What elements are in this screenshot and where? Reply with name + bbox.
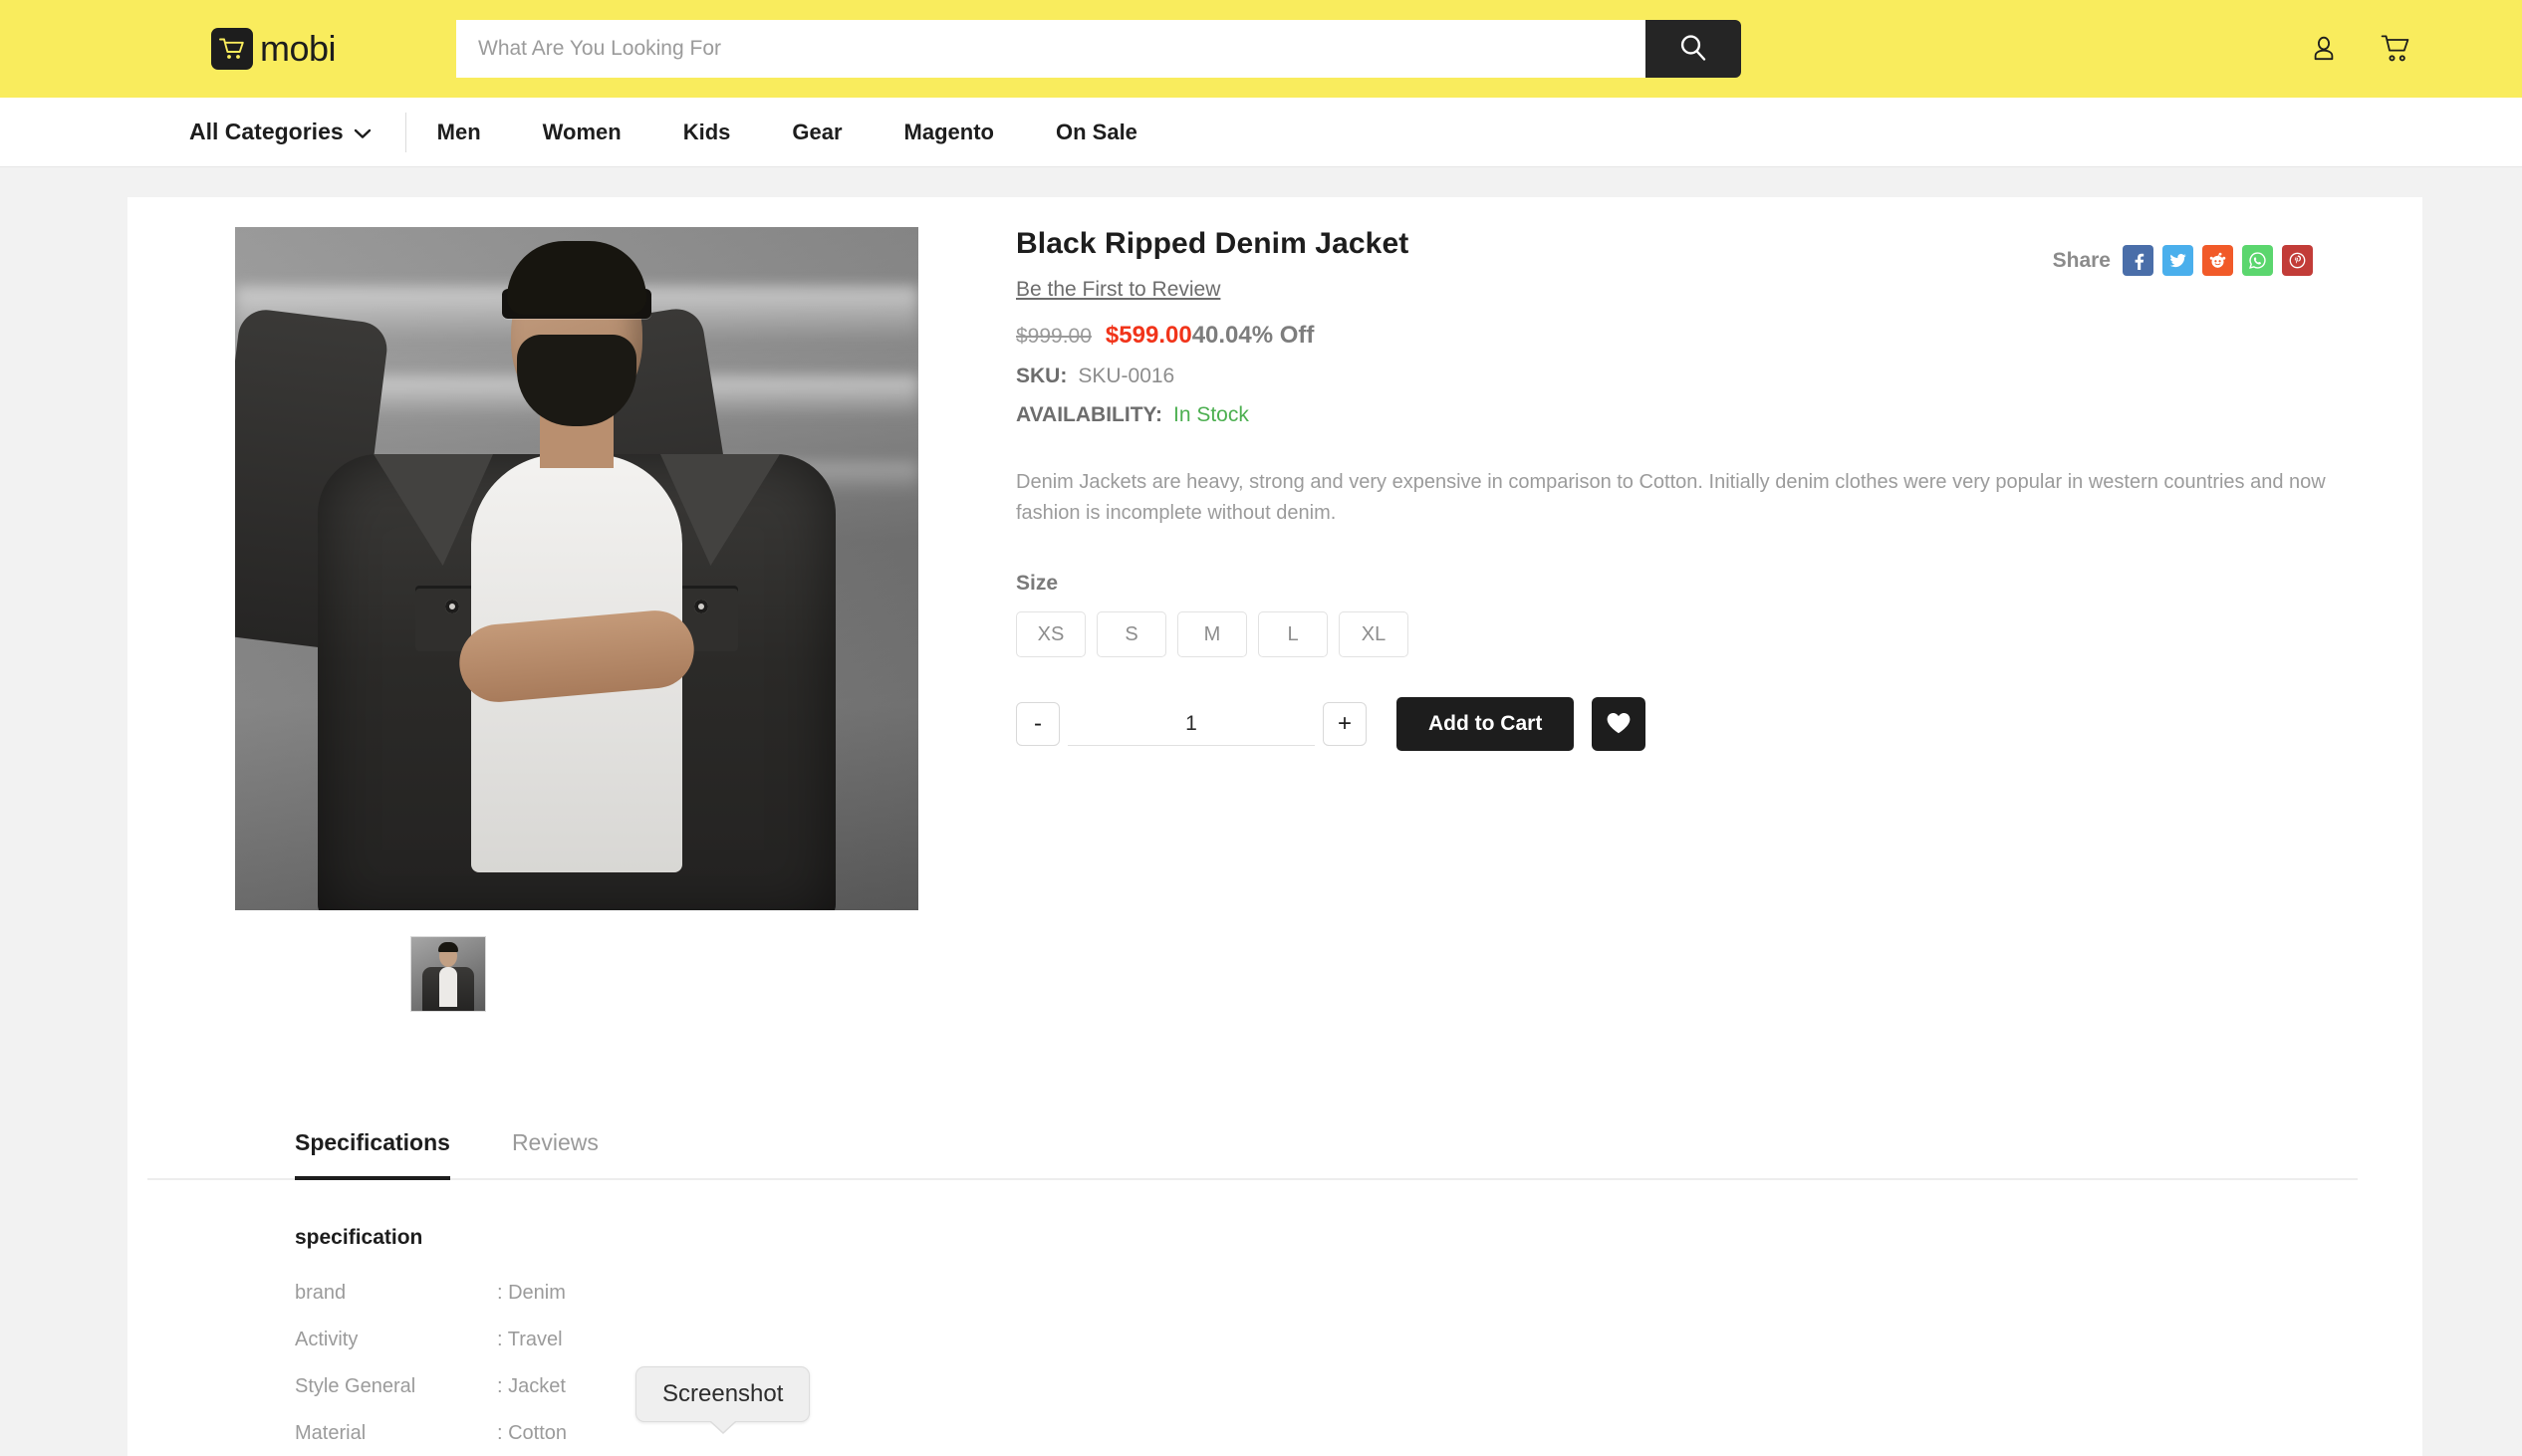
share-row: Share [2053, 245, 2313, 276]
wishlist-button[interactable] [1592, 697, 1646, 752]
size-option-s[interactable]: S [1097, 611, 1166, 658]
sku-label: SKU: [1016, 364, 1068, 387]
share-pinterest-icon[interactable] [2282, 245, 2313, 276]
site-logo[interactable]: mobi [211, 28, 337, 70]
nav-link-gear[interactable]: Gear [761, 120, 873, 145]
nav-link-women[interactable]: Women [512, 120, 652, 145]
thumbnail-item[interactable] [410, 936, 486, 1012]
product-description: Denim Jackets are heavy, strong and very… [1016, 471, 2326, 524]
cart-icon[interactable] [2381, 34, 2412, 64]
share-reddit-icon[interactable] [2202, 245, 2233, 276]
quantity-decrement-button[interactable]: - [1016, 702, 1060, 747]
table-row: brand : Denim [295, 1282, 2358, 1329]
product-gallery [235, 227, 992, 1012]
product-top-section: Share Black Ripped Denim Jacket Be the F… [127, 227, 2422, 1012]
shopping-cart-icon [211, 28, 253, 70]
price-row: $999.00 $599.00 40.04% Off [1016, 322, 2383, 350]
site-logo-text: mobi [260, 28, 337, 69]
product-tabs: Specifications Reviews [147, 1129, 2358, 1180]
tooltip-label: Screenshot [662, 1380, 784, 1407]
size-label: Size [1016, 572, 1059, 596]
product-info: Share Black Ripped Denim Jacket Be the F… [992, 227, 2383, 1012]
account-icon[interactable] [2309, 34, 2339, 64]
nav-link-magento[interactable]: Magento [874, 120, 1025, 145]
product-tabs-section: Specifications Reviews specification bra… [127, 1129, 2422, 1456]
top-header-bar: mobi [0, 0, 2522, 98]
size-selector: XS S M L XL [1016, 611, 2383, 658]
tab-reviews[interactable]: Reviews [512, 1129, 599, 1178]
header-icon-group [2309, 34, 2412, 64]
thumbnail-list [410, 936, 992, 1012]
availability-row: AVAILABILITY: In Stock [1016, 403, 2383, 427]
nav-link-onsale[interactable]: On Sale [1025, 120, 1168, 145]
size-option-xl[interactable]: XL [1339, 611, 1408, 658]
size-option-xs[interactable]: XS [1016, 611, 1086, 658]
purchase-row: - + Add to Cart [1016, 697, 2383, 752]
search-icon [1677, 32, 1709, 67]
page-body: Share Black Ripped Denim Jacket Be the F… [0, 167, 2522, 1456]
product-detail-card: Share Black Ripped Denim Jacket Be the F… [127, 197, 2422, 1456]
share-facebook-icon[interactable] [2123, 245, 2153, 276]
spec-value: : Denim [497, 1282, 566, 1304]
size-option-m[interactable]: M [1177, 611, 1247, 658]
search-button[interactable] [1645, 20, 1741, 78]
sku-row: SKU: SKU-0016 [1016, 364, 2383, 388]
tab-specifications[interactable]: Specifications [295, 1129, 450, 1180]
table-row: Style General : Jacket [295, 1375, 2358, 1422]
nav-link-kids[interactable]: Kids [652, 120, 762, 145]
all-categories-dropdown[interactable]: All Categories [189, 112, 406, 152]
nav-link-list: Men Women Kids Gear Magento On Sale [406, 120, 1168, 145]
specification-list: brand : Denim Activity : Travel Style Ge… [295, 1282, 2358, 1456]
quantity-input[interactable] [1068, 702, 1315, 747]
table-row: Material : Cotton [295, 1422, 2358, 1456]
nav-link-men[interactable]: Men [406, 120, 512, 145]
sku-value: SKU-0016 [1078, 364, 1175, 387]
discount-badge: 40.04% Off [1191, 322, 1315, 349]
current-price: $599.00 [1105, 322, 1192, 349]
search-input[interactable] [456, 20, 1645, 78]
product-main-image[interactable] [235, 227, 918, 910]
review-link[interactable]: Be the First to Review [1016, 278, 1220, 302]
chevron-down-icon [354, 119, 372, 145]
heart-icon [1606, 711, 1632, 738]
table-row: Activity : Travel [295, 1329, 2358, 1375]
share-twitter-icon[interactable] [2162, 245, 2193, 276]
search-bar [456, 20, 1741, 78]
spec-key: Style General [295, 1375, 416, 1397]
spec-value: : Cotton [497, 1422, 568, 1444]
share-whatsapp-icon[interactable] [2242, 245, 2273, 276]
availability-label: AVAILABILITY: [1016, 403, 1162, 426]
specification-heading: specification [295, 1226, 423, 1249]
spec-value: : Jacket [497, 1375, 566, 1397]
all-categories-label: All Categories [189, 119, 344, 144]
screenshot-tooltip: Screenshot [635, 1366, 811, 1422]
spec-key: Activity [295, 1329, 359, 1350]
spec-key: Material [295, 1422, 367, 1444]
original-price: $999.00 [1016, 325, 1092, 348]
spec-key: brand [295, 1282, 347, 1304]
main-navigation: All Categories Men Women Kids Gear Magen… [0, 98, 2522, 167]
availability-value: In Stock [1172, 403, 1249, 426]
share-label: Share [2052, 248, 2111, 272]
add-to-cart-button[interactable]: Add to Cart [1396, 697, 1575, 752]
quantity-increment-button[interactable]: + [1323, 702, 1367, 747]
size-option-l[interactable]: L [1258, 611, 1328, 658]
spec-value: : Travel [497, 1329, 563, 1350]
